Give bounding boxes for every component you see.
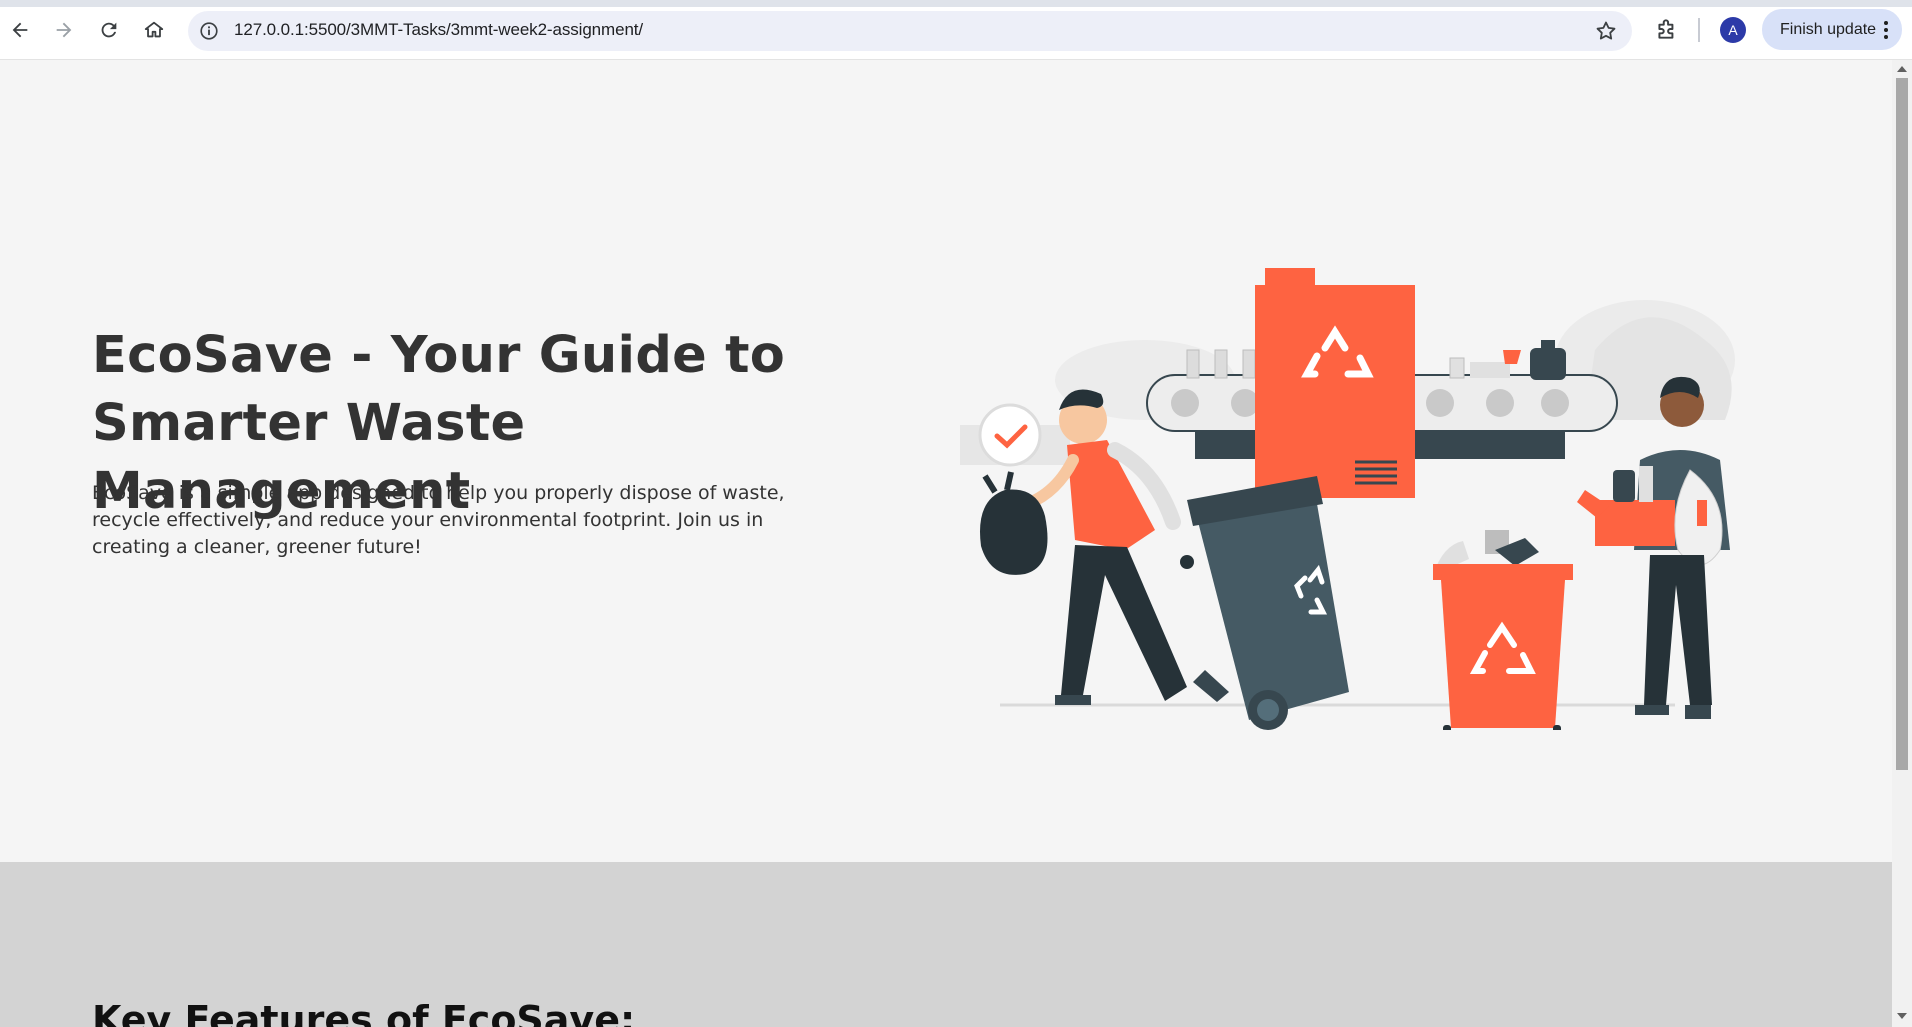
- features-section: Key Features of EcoSave:: [0, 862, 1892, 1027]
- home-icon: [144, 21, 164, 38]
- tab-strip-edge: [0, 0, 1912, 7]
- home-button[interactable]: [139, 15, 169, 45]
- finish-update-button[interactable]: Finish update: [1762, 9, 1902, 50]
- features-heading: Key Features of EcoSave:: [92, 998, 636, 1027]
- address-bar[interactable]: 127.0.0.1:5500/3MMT-Tasks/3mmt-week2-ass…: [188, 11, 1632, 51]
- page-scrollbar[interactable]: [1892, 60, 1912, 1027]
- finish-update-label: Finish update: [1780, 20, 1877, 38]
- profile-avatar[interactable]: A: [1720, 17, 1746, 43]
- back-button[interactable]: [5, 15, 35, 45]
- forward-button[interactable]: [49, 15, 79, 45]
- bookmark-star-icon[interactable]: [1594, 19, 1618, 43]
- hero-description: EcoSave is a simple app designed to help…: [92, 482, 785, 558]
- reload-button[interactable]: [94, 15, 124, 45]
- url-text[interactable]: 127.0.0.1:5500/3MMT-Tasks/3mmt-week2-ass…: [234, 20, 643, 40]
- recycling-illustration: [960, 268, 1735, 730]
- back-arrow-icon: [12, 22, 28, 38]
- page-viewport: EcoSave - Your Guide to Smarter Waste Ma…: [0, 60, 1892, 1027]
- forward-arrow-icon: [56, 22, 72, 38]
- extensions-puzzle-icon[interactable]: [1654, 16, 1680, 42]
- scroll-down-arrow-icon[interactable]: [1897, 1013, 1907, 1019]
- reload-icon: [101, 22, 117, 38]
- toolbar-divider: [1698, 18, 1700, 42]
- site-info-icon[interactable]: [198, 20, 220, 42]
- browser-toolbar: 127.0.0.1:5500/3MMT-Tasks/3mmt-week2-ass…: [0, 0, 1912, 60]
- scroll-up-arrow-icon[interactable]: [1897, 66, 1907, 72]
- kebab-menu-icon: [1884, 21, 1888, 39]
- scrollbar-thumb[interactable]: [1896, 78, 1908, 770]
